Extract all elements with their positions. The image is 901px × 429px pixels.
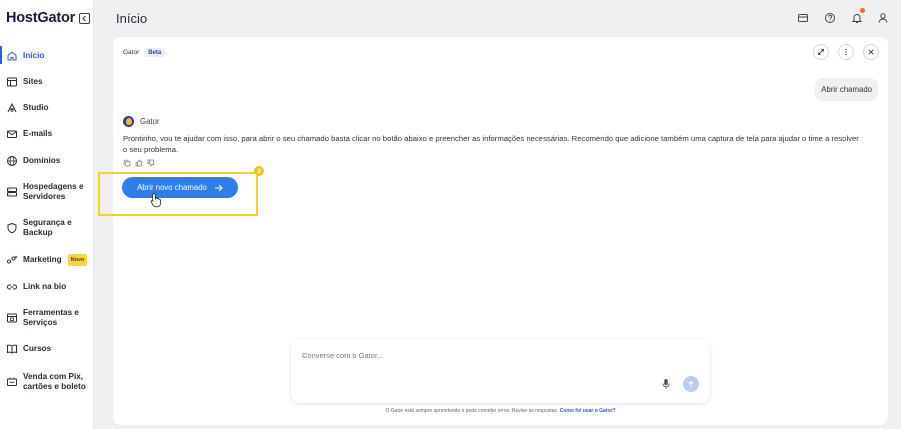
browser-icon bbox=[6, 76, 18, 88]
sidebar-item-label: Cursos bbox=[23, 344, 52, 353]
sidebar-item-dominios[interactable]: Domínios bbox=[0, 155, 94, 167]
sidebar-item-link-na-bio[interactable]: Link na bio bbox=[0, 281, 94, 293]
topbar: Início bbox=[94, 0, 901, 36]
label-line-2: Servidores bbox=[23, 192, 66, 201]
sidebar-item-label: Marketing bbox=[23, 255, 62, 264]
arrow-right-icon bbox=[214, 184, 223, 191]
sidebar-item-venda-pix[interactable]: Venda com Pix, cartões e boleto bbox=[0, 372, 94, 392]
copy-icon[interactable] bbox=[123, 159, 131, 167]
help-icon[interactable] bbox=[824, 11, 836, 23]
chat-header: Gator Beta bbox=[123, 48, 166, 57]
sidebar: HostGator Início Sites Studio E-mails Do… bbox=[0, 0, 94, 429]
more-options-button[interactable] bbox=[838, 44, 854, 60]
close-icon bbox=[868, 49, 874, 55]
sidebar-item-label: Hospedagens e Servidores bbox=[23, 182, 84, 202]
label-line-1: Segurança e bbox=[23, 218, 72, 227]
chat-panel: Gator Beta Abrir chamado Gator Prontinho… bbox=[113, 37, 888, 425]
book-icon bbox=[6, 343, 18, 355]
server-icon bbox=[6, 186, 18, 198]
expand-icon bbox=[818, 49, 824, 55]
chat-input[interactable] bbox=[302, 351, 602, 360]
beta-badge: Beta bbox=[144, 48, 166, 57]
label-line-2: cartões e boleto bbox=[23, 382, 86, 391]
marketing-icon bbox=[6, 254, 18, 266]
studio-icon bbox=[6, 102, 18, 114]
bot-message-text: Prontinho, vou te ajudar com isso, para … bbox=[123, 134, 859, 154]
shield-icon bbox=[6, 222, 18, 234]
label-line-1: Ferramentas e bbox=[23, 308, 79, 317]
brand-logo: HostGator bbox=[6, 10, 76, 26]
expand-button[interactable] bbox=[813, 44, 829, 60]
sidebar-item-label: Domínios bbox=[23, 156, 61, 165]
hand-cursor-icon bbox=[150, 193, 161, 208]
sidebar-item-label: Ferramentas e Serviços bbox=[23, 308, 79, 328]
sidebar-item-studio[interactable]: Studio bbox=[0, 102, 94, 114]
user-profile-icon[interactable] bbox=[877, 11, 889, 23]
collapse-sidebar-icon[interactable] bbox=[79, 12, 91, 24]
tools-icon bbox=[6, 312, 18, 324]
microphone-icon[interactable] bbox=[661, 378, 671, 390]
gator-avatar-icon bbox=[123, 116, 134, 127]
feedback-link[interactable]: Como foi usar o Gator? bbox=[560, 408, 616, 414]
billing-icon[interactable] bbox=[797, 11, 809, 23]
label-line-1: Venda com Pix, bbox=[23, 372, 84, 381]
user-message-bubble: Abrir chamado bbox=[815, 78, 878, 101]
send-button[interactable] bbox=[683, 376, 699, 392]
step-badge: 2 bbox=[254, 166, 264, 176]
open-new-ticket-button[interactable]: Abrir novo chamado bbox=[122, 177, 238, 198]
sidebar-item-sites[interactable]: Sites bbox=[0, 76, 94, 88]
disclaimer: O Gator está sempre aprendendo e pode co… bbox=[291, 408, 710, 414]
link-icon bbox=[6, 281, 18, 293]
globe-icon bbox=[6, 155, 18, 167]
label-line-1: Hospedagens e bbox=[23, 182, 84, 191]
home-icon bbox=[6, 50, 18, 62]
bot-message-header: Gator bbox=[123, 116, 160, 127]
sidebar-item-inicio[interactable]: Início bbox=[0, 46, 94, 64]
notification-bell-icon[interactable] bbox=[851, 8, 865, 23]
label-line-2: Backup bbox=[23, 228, 53, 237]
brand[interactable]: HostGator bbox=[6, 10, 91, 26]
sidebar-item-label: Segurança e Backup bbox=[23, 218, 72, 238]
sidebar-item-label: Venda com Pix, cartões e boleto bbox=[23, 372, 86, 392]
open-new-ticket-label: Abrir novo chamado bbox=[137, 183, 207, 192]
payment-icon bbox=[6, 376, 18, 388]
sidebar-item-marketing[interactable]: Marketing Novo bbox=[0, 254, 94, 266]
close-chat-button[interactable] bbox=[863, 44, 879, 60]
sidebar-item-label: E-mails bbox=[23, 129, 53, 138]
more-vertical-icon bbox=[845, 48, 847, 56]
sidebar-item-cursos[interactable]: Cursos bbox=[0, 343, 94, 355]
sidebar-item-label: Início bbox=[23, 51, 45, 60]
sidebar-item-emails[interactable]: E-mails bbox=[0, 128, 94, 140]
sidebar-item-seguranca[interactable]: Segurança e Backup bbox=[0, 218, 94, 238]
mail-icon bbox=[6, 128, 18, 140]
sidebar-item-hospedagens[interactable]: Hospedagens e Servidores bbox=[0, 182, 94, 202]
thumbs-up-icon[interactable] bbox=[135, 159, 143, 167]
bot-name: Gator bbox=[140, 117, 160, 126]
chat-composer bbox=[291, 339, 710, 403]
message-reactions bbox=[123, 159, 155, 167]
assistant-name: Gator bbox=[123, 49, 140, 56]
notification-dot bbox=[860, 8, 865, 13]
new-badge: Novo bbox=[67, 254, 88, 266]
sidebar-item-label: Link na bio bbox=[23, 282, 67, 291]
sidebar-item-ferramentas[interactable]: Ferramentas e Serviços bbox=[0, 308, 94, 328]
label-line-2: Serviços bbox=[23, 318, 58, 327]
disclaimer-text: O Gator está sempre aprendendo e pode co… bbox=[385, 408, 559, 414]
thumbs-down-icon[interactable] bbox=[147, 159, 155, 167]
page-title: Início bbox=[116, 11, 148, 26]
sidebar-item-label: Sites bbox=[23, 77, 43, 86]
arrow-up-icon bbox=[688, 380, 694, 387]
sidebar-item-label: Studio bbox=[23, 103, 49, 112]
